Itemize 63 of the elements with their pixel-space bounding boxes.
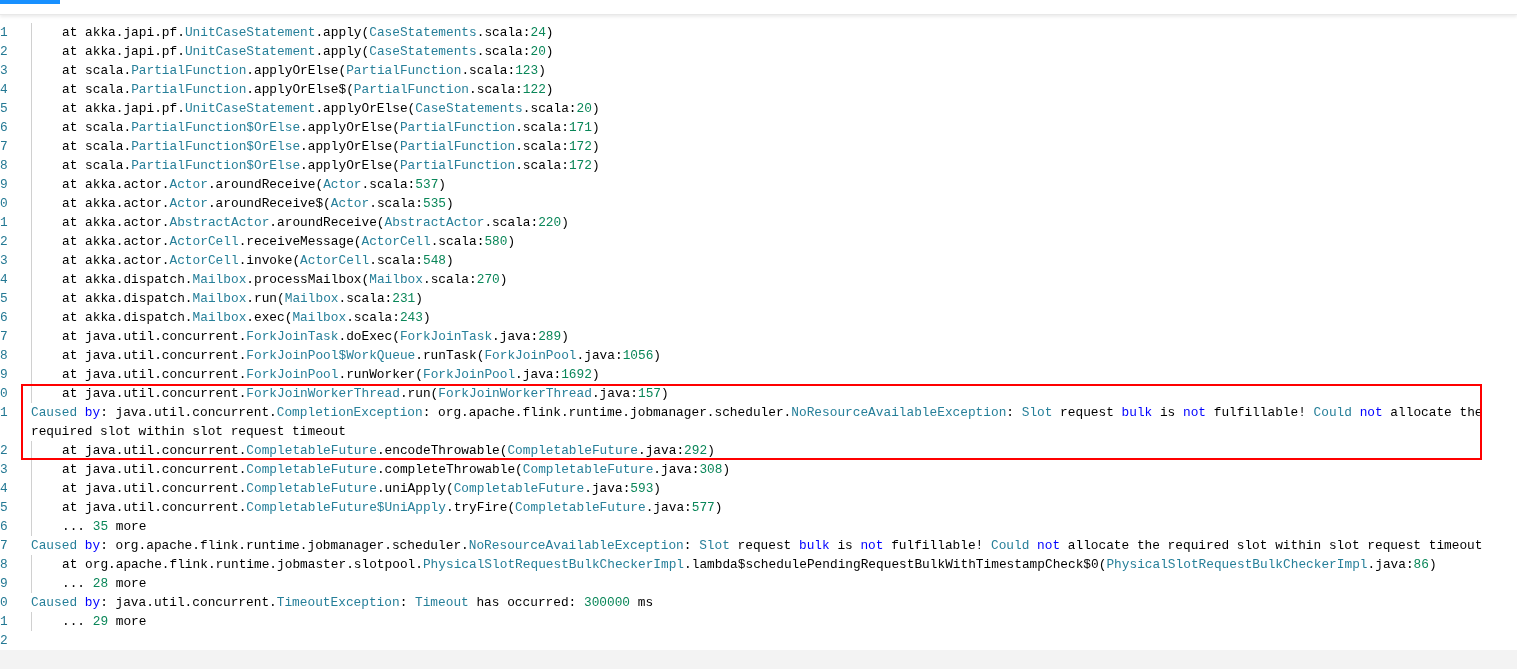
line-number: 7 — [0, 327, 9, 346]
code-line: at scala.PartialFunction$OrElse.applyOrElse(PartialFunction.scala:172) — [62, 137, 600, 156]
code-line: ... 29 more — [62, 612, 147, 631]
code-line: at java.util.concurrent.ForkJoinTask.doExec(ForkJoinTask.java:289) — [62, 327, 569, 346]
line-number: 5 — [0, 289, 9, 308]
line-number: 2 — [0, 232, 9, 251]
code-line: at akka.japi.pf.UnitCaseStatement.apply(CaseStatements.scala:24) — [62, 23, 554, 42]
code-line: Caused by: org.apache.flink.runtime.jobmanager.scheduler.NoResourceAvailableException: Slot request bulk is not fulfillable! Could not allocate the required slot within slot request timeout — [31, 536, 1483, 555]
code-line: at akka.japi.pf.UnitCaseStatement.apply(CaseStatements.scala:20) — [62, 42, 554, 61]
code-line: at scala.PartialFunction.applyOrElse$(PartialFunction.scala:122) — [62, 80, 554, 99]
line-number: 5 — [0, 498, 9, 517]
code-line: at akka.actor.Actor.aroundReceive$(Actor.scala:535) — [62, 194, 454, 213]
line-number: 7 — [0, 536, 9, 555]
line-number: 6 — [0, 308, 9, 327]
code-line: at java.util.concurrent.CompletableFuture$UniApply.tryFire(CompletableFuture.java:577) — [62, 498, 723, 517]
line-number: 2 — [0, 42, 9, 61]
line-number: 0 — [0, 593, 9, 612]
line-number: 9 — [0, 574, 9, 593]
line-number: 8 — [0, 346, 9, 365]
line-number: 0 — [0, 194, 9, 213]
line-number: 7 — [0, 137, 9, 156]
line-number: 4 — [0, 270, 9, 289]
line-number: 1 — [0, 23, 9, 42]
code-line: at akka.dispatch.Mailbox.exec(Mailbox.scala:243) — [62, 308, 431, 327]
line-number: 8 — [0, 156, 9, 175]
code-line: at akka.actor.AbstractActor.aroundReceive(AbstractActor.scala:220) — [62, 213, 569, 232]
line-number: 9 — [0, 365, 9, 384]
line-number: 1 — [0, 612, 9, 631]
code-line: ... 35 more — [62, 517, 147, 536]
line-number: 4 — [0, 80, 9, 99]
code-line: at java.util.concurrent.CompletableFuture.encodeThrowable(CompletableFuture.java:292) — [62, 441, 715, 460]
tab-indicator[interactable] — [0, 0, 60, 4]
code-line: at java.util.concurrent.CompletableFuture.completeThrowable(CompletableFuture.java:308) — [62, 460, 731, 479]
code-line: ... 28 more — [62, 574, 147, 593]
code-line: at java.util.concurrent.CompletableFuture.uniApply(CompletableFuture.java:593) — [62, 479, 662, 498]
code-line: at akka.dispatch.Mailbox.run(Mailbox.scala:231) — [62, 289, 423, 308]
code-line: at scala.PartialFunction.applyOrElse(PartialFunction.scala:123) — [62, 61, 546, 80]
code-line: at akka.dispatch.Mailbox.processMailbox(Mailbox.scala:270) — [62, 270, 508, 289]
line-number: 6 — [0, 118, 9, 137]
line-number: 2 — [0, 631, 9, 650]
line-number: 1 — [0, 213, 9, 232]
code-line: at akka.actor.ActorCell.receiveMessage(ActorCell.scala:580) — [62, 232, 516, 251]
code-line: at akka.actor.ActorCell.invoke(ActorCell.scala:548) — [62, 251, 454, 270]
line-number: 5 — [0, 99, 9, 118]
line-number: 2 — [0, 441, 9, 460]
line-number: 9 — [0, 175, 9, 194]
code-line: at java.util.concurrent.ForkJoinPool$WorkQueue.runTask(ForkJoinPool.java:1056) — [62, 346, 662, 365]
code-line: Caused by: java.util.concurrent.TimeoutException: Timeout has occurred: 300000 ms — [31, 593, 654, 612]
line-number: 3 — [0, 61, 9, 80]
code-line: at akka.actor.Actor.aroundReceive(Actor.scala:537) — [62, 175, 447, 194]
line-number: 8 — [0, 555, 9, 574]
code-line: at java.util.concurrent.ForkJoinWorkerThread.run(ForkJoinWorkerThread.java:157) — [62, 384, 669, 403]
code-line: at scala.PartialFunction$OrElse.applyOrElse(PartialFunction.scala:171) — [62, 118, 600, 137]
code-line: at java.util.concurrent.ForkJoinPool.runWorker(ForkJoinPool.java:1692) — [62, 365, 600, 384]
line-number: 1 — [0, 403, 9, 422]
code-line: at akka.japi.pf.UnitCaseStatement.applyOrElse(CaseStatements.scala:20) — [62, 99, 600, 118]
line-number: 3 — [0, 460, 9, 479]
code-line: at scala.PartialFunction$OrElse.applyOrElse(PartialFunction.scala:172) — [62, 156, 600, 175]
code-line: at org.apache.flink.runtime.jobmaster.slotpool.PhysicalSlotRequestBulkCheckerImpl.lambda$schedulePendingRequestBulkWithTimestampCheck$0(PhysicalSlotRequestBulkCheckerImpl.java:86) — [62, 555, 1437, 574]
line-number: 4 — [0, 479, 9, 498]
line-number: 0 — [0, 384, 9, 403]
line-number: 6 — [0, 517, 9, 536]
line-number: 3 — [0, 251, 9, 270]
